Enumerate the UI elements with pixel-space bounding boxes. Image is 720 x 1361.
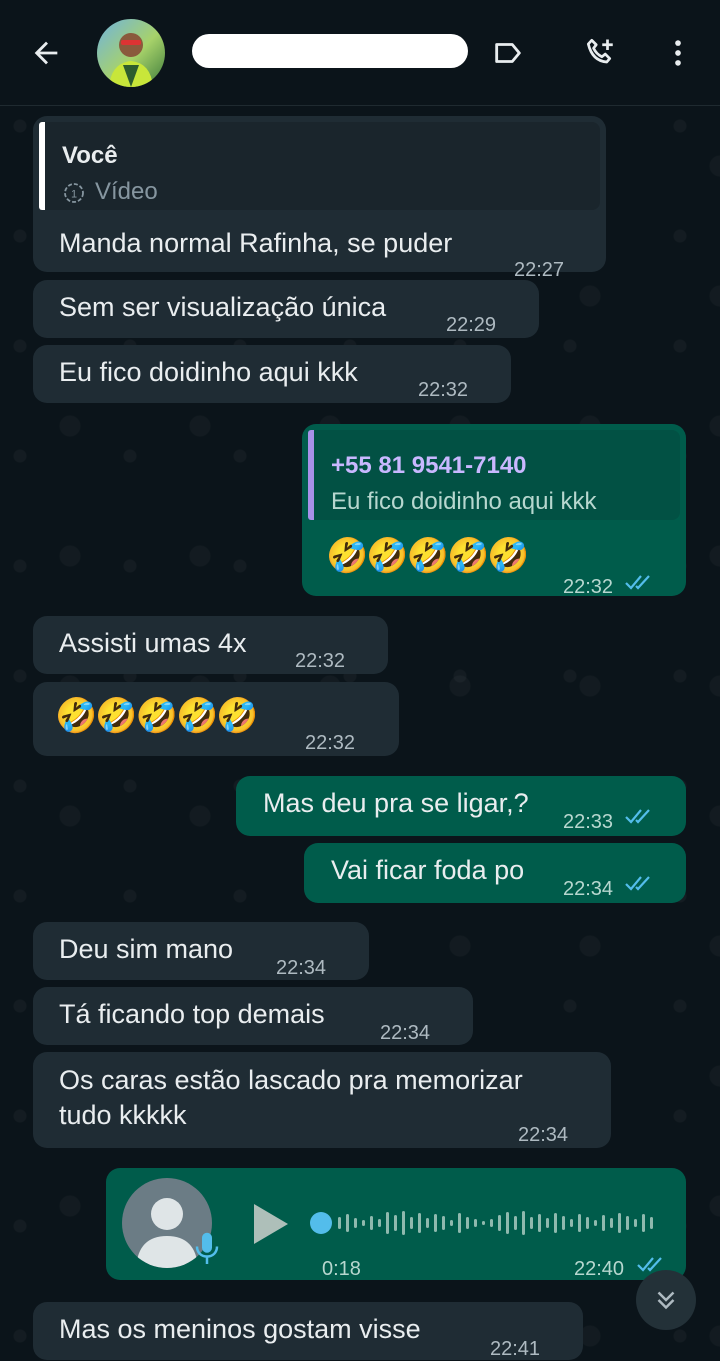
quote-text: Eu fico doidinho aqui kkk	[331, 488, 597, 515]
message-incoming[interactable]: Assisti umas 4x 22:32	[33, 616, 388, 674]
message-incoming[interactable]: Você 1 Vídeo Manda normal Rafinha, se pu…	[33, 116, 606, 281]
message-time: 22:34	[563, 878, 614, 900]
quote-type-label: Vídeo	[95, 178, 158, 205]
message-text: Tá ficando top demais	[59, 999, 325, 1029]
message-time: 22:40	[574, 1258, 625, 1280]
label-button[interactable]	[488, 33, 528, 73]
message-incoming[interactable]: Os caras estão lascado pra memorizar tud…	[33, 1052, 611, 1148]
message-outgoing[interactable]: +55 81 9541-7140 Eu fico doidinho aqui k…	[302, 424, 686, 598]
arrow-left-icon	[34, 41, 58, 65]
read-ticks-icon	[625, 809, 650, 824]
message-outgoing[interactable]: Mas deu pra se ligar,? 22:33	[236, 776, 686, 836]
quote-bar	[308, 430, 314, 520]
message-text: Eu fico doidinho aqui kkk	[59, 357, 358, 387]
message-text-line-1: Os caras estão lascado pra memorizar	[59, 1065, 523, 1095]
quoted-message[interactable]: Você 1 Vídeo	[39, 122, 600, 210]
message-time: 22:32	[563, 576, 614, 598]
message-text: Vai ficar foda po	[331, 855, 525, 885]
label-icon	[495, 43, 521, 63]
quote-author: +55 81 9541-7140	[331, 452, 527, 479]
message-incoming[interactable]: 🤣🤣🤣🤣🤣 22:32	[33, 682, 399, 756]
message-text-line-2: tudo kkkkk	[59, 1100, 187, 1130]
voice-duration: 0:18	[322, 1258, 361, 1280]
read-ticks-icon	[625, 575, 650, 590]
back-button[interactable]	[26, 33, 66, 73]
message-text: Sem ser visualização única	[59, 292, 387, 322]
svg-text:1: 1	[71, 189, 77, 201]
message-time: 22:32	[418, 379, 469, 401]
message-time: 22:34	[380, 1022, 431, 1044]
read-ticks-icon	[625, 876, 650, 891]
message-emoji: 🤣🤣🤣🤣🤣	[326, 537, 530, 575]
view-once-icon: 1	[64, 183, 84, 203]
message-list[interactable]: Você 1 Vídeo Manda normal Rafinha, se pu…	[0, 106, 720, 1361]
double-chevron-down-icon	[657, 1291, 675, 1310]
add-call-button[interactable]	[580, 33, 620, 73]
contact-avatar[interactable]	[97, 19, 165, 87]
message-time: 22:34	[518, 1124, 569, 1146]
waveform[interactable]	[310, 1208, 662, 1238]
message-time: 22:41	[490, 1338, 541, 1360]
message-text: Deu sim mano	[59, 934, 234, 964]
message-emoji: 🤣🤣🤣🤣🤣	[55, 697, 259, 735]
message-text: Mas deu pra se ligar,?	[263, 788, 529, 818]
more-options-button[interactable]	[658, 33, 698, 73]
more-vert-icon	[675, 40, 681, 66]
message-time: 22:32	[305, 732, 356, 754]
message-time: 22:29	[446, 314, 497, 336]
mic-icon	[195, 1232, 219, 1264]
message-outgoing[interactable]: Vai ficar foda po 22:34	[304, 843, 686, 903]
message-time: 22:34	[276, 957, 327, 979]
message-time: 22:33	[563, 811, 614, 833]
message-incoming[interactable]: Tá ficando top demais 22:34	[33, 987, 473, 1045]
quote-author: Você	[62, 142, 118, 169]
play-icon[interactable]	[250, 1202, 290, 1246]
message-text: Manda normal Rafinha, se puder	[59, 228, 453, 258]
voice-message[interactable]: 0:18 22:40	[106, 1168, 686, 1280]
quoted-message[interactable]: +55 81 9541-7140 Eu fico doidinho aqui k…	[308, 430, 680, 520]
chat-header	[0, 0, 720, 106]
message-time: 22:32	[295, 650, 346, 672]
message-incoming[interactable]: Deu sim mano 22:34	[33, 922, 369, 980]
playhead[interactable]	[310, 1212, 332, 1234]
message-text: Mas os meninos gostam visse	[59, 1314, 421, 1344]
quote-bar	[39, 122, 45, 210]
message-incoming[interactable]: Sem ser visualização única 22:29	[33, 280, 539, 338]
message-incoming[interactable]: Eu fico doidinho aqui kkk 22:32	[33, 345, 511, 403]
scroll-to-bottom-button[interactable]	[636, 1270, 696, 1330]
message-text: Assisti umas 4x	[59, 628, 247, 658]
contact-name-redacted[interactable]	[192, 34, 468, 68]
message-incoming[interactable]: Mas os meninos gostam visse 22:41	[33, 1302, 583, 1360]
add-call-icon	[586, 38, 613, 64]
avatar-photo	[109, 33, 153, 87]
